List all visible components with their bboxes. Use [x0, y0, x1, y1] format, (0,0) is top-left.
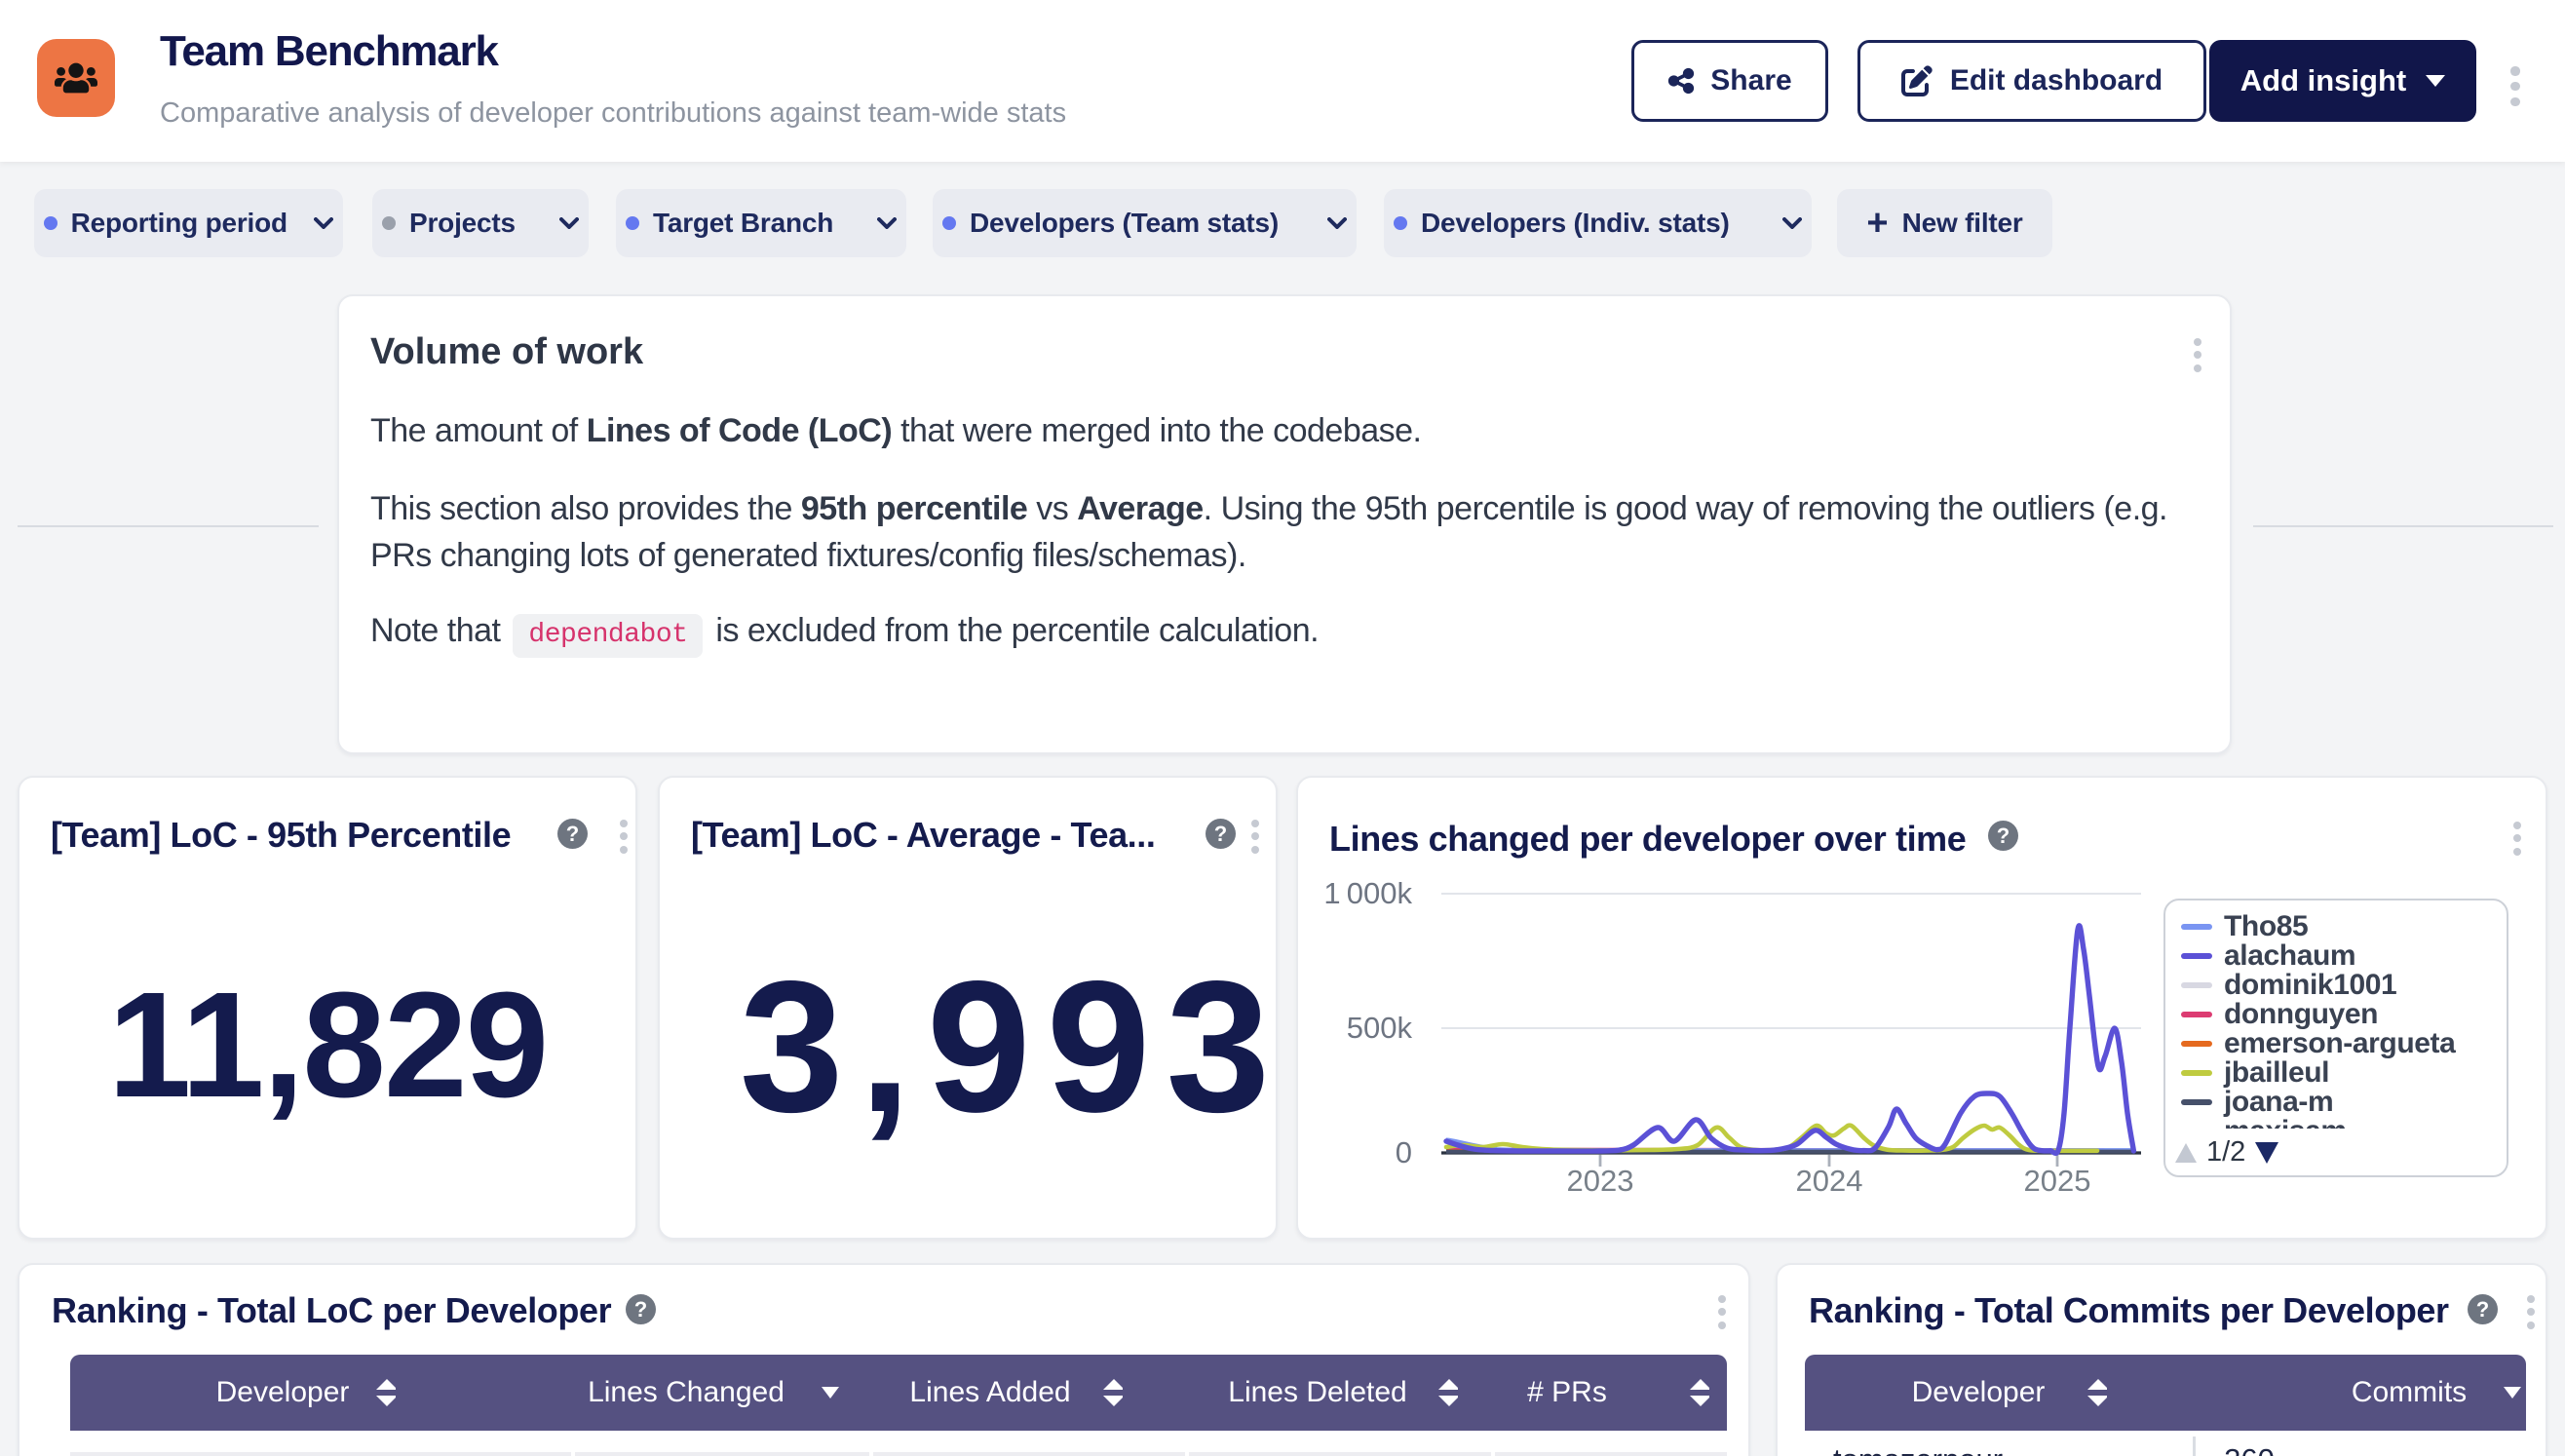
- svg-text:2025: 2025: [2024, 1164, 2091, 1198]
- svg-text:0: 0: [1396, 1135, 1412, 1169]
- svg-text:1 000k: 1 000k: [1323, 876, 1412, 910]
- svg-text:500k: 500k: [1347, 1011, 1413, 1045]
- svg-text:2023: 2023: [1567, 1164, 1634, 1198]
- svg-text:2024: 2024: [1796, 1164, 1863, 1198]
